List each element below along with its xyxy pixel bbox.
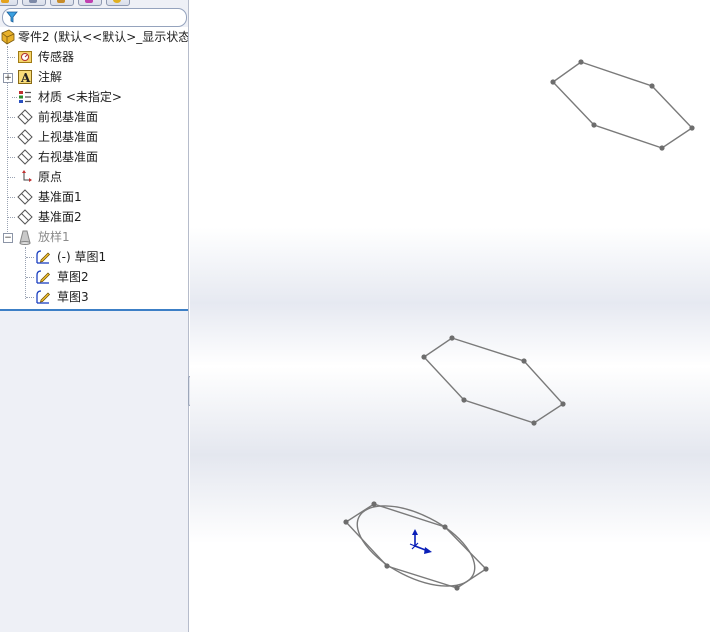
tree-item-label: 前视基准面 — [38, 110, 99, 124]
feature-manager-panel: 零件2 (默认<<默认>_显示状态 传感器 + A 注解 材质 <未指定> 前视… — [0, 0, 189, 632]
tree-item-front-plane[interactable]: 前视基准面 — [0, 107, 188, 127]
tab-property-manager[interactable] — [22, 0, 46, 6]
plane-icon — [17, 149, 33, 165]
tree-item-sensors[interactable]: 传感器 — [0, 47, 188, 67]
plane-icon — [17, 109, 33, 125]
expand-icon[interactable]: + — [3, 73, 13, 83]
plane-icon — [17, 129, 33, 145]
tree-filter-input[interactable] — [2, 8, 187, 27]
sketch-hexagon-middle — [422, 337, 565, 424]
tree-item-right-plane[interactable]: 右视基准面 — [0, 147, 188, 167]
tree-item-label: 注解 — [38, 70, 63, 84]
tree-item-sketch3[interactable]: 草图3 — [0, 287, 188, 307]
sketch-canvas — [343, 59, 695, 591]
panel-tabs — [0, 0, 188, 6]
tree-item-loft1[interactable]: − 放样1 — [0, 227, 188, 247]
tree-item-label: 上视基准面 — [38, 130, 99, 144]
tree-item-label: 传感器 — [38, 50, 75, 64]
filter-icon — [6, 11, 18, 23]
tab-configuration-manager[interactable] — [50, 0, 74, 6]
tree-item-label: 原点 — [38, 170, 63, 184]
material-icon — [19, 91, 31, 103]
plane-icon — [17, 209, 33, 225]
tree-item-plane2[interactable]: 基准面2 — [0, 207, 188, 227]
part-icon — [1, 29, 15, 45]
annotation-icon: A — [18, 70, 32, 85]
tree-root-label: 零件2 (默认<<默认>_显示状态 — [18, 30, 189, 44]
tree-item-label: 草图2 — [57, 270, 89, 284]
origin-icon — [22, 170, 32, 182]
tree-item-label: 右视基准面 — [38, 150, 99, 164]
tree-item-label: 基准面2 — [38, 210, 82, 224]
tree-bottom-rule — [0, 309, 188, 311]
tree-item-plane1[interactable]: 基准面1 — [0, 187, 188, 207]
loft-icon — [19, 230, 31, 245]
tab-display-manager[interactable] — [106, 0, 130, 6]
tab-dimxpert[interactable] — [78, 0, 102, 6]
tab-feature-manager[interactable] — [0, 0, 18, 6]
graphics-viewport[interactable] — [190, 0, 710, 632]
sketch-icon — [36, 250, 50, 264]
tree-item-label: 放样1 — [38, 230, 70, 244]
collapse-icon[interactable]: − — [3, 233, 13, 243]
plane-icon — [17, 189, 33, 205]
sketch-icon — [36, 270, 50, 284]
tree-item-sketch1[interactable]: (-) 草图1 — [0, 247, 188, 267]
tree-item-annotations[interactable]: + A 注解 — [0, 67, 188, 87]
tree-item-top-plane[interactable]: 上视基准面 — [0, 127, 188, 147]
tree-item-label: (-) 草图1 — [57, 250, 107, 264]
tree-item-label: 草图3 — [57, 290, 89, 304]
sketch-hexagon-top — [551, 61, 694, 149]
sketch-icon — [36, 290, 50, 304]
svg-text:A: A — [20, 71, 31, 85]
tree-item-label: 材质 <未指定> — [38, 90, 122, 104]
origin-triad-icon — [409, 529, 432, 554]
tree-item-material[interactable]: 材质 <未指定> — [0, 87, 188, 107]
tree-item-sketch2[interactable]: 草图2 — [0, 267, 188, 287]
tree-item-label: 基准面1 — [38, 190, 82, 204]
feature-tree: 零件2 (默认<<默认>_显示状态 传感器 + A 注解 材质 <未指定> 前视… — [0, 27, 188, 311]
tree-root-part[interactable]: 零件2 (默认<<默认>_显示状态 — [0, 27, 188, 47]
tree-item-origin[interactable]: 原点 — [0, 167, 188, 187]
sensor-icon — [18, 51, 32, 63]
